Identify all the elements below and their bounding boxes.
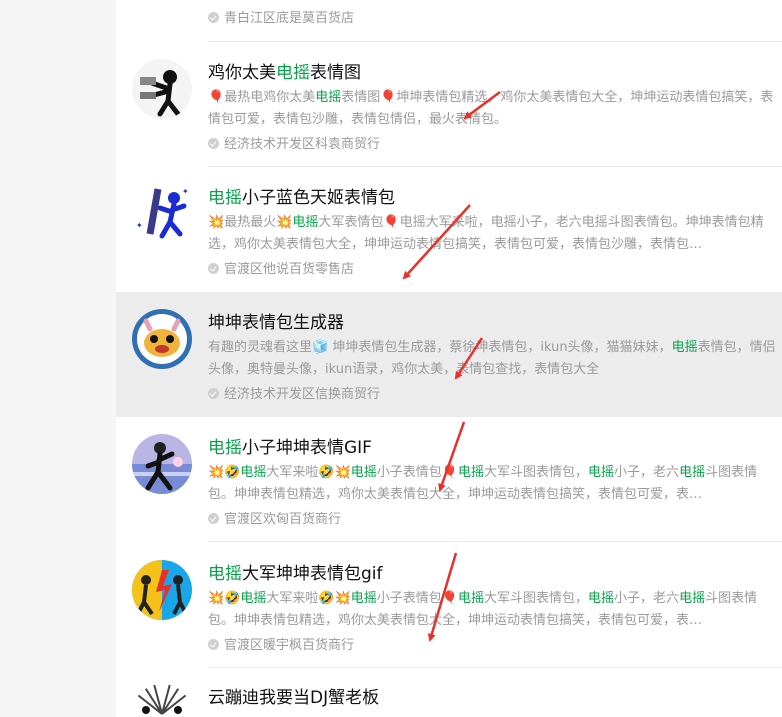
disco-dj-icon — [132, 684, 192, 717]
result-item[interactable]: 鸡你太美电摇表情图 🎈最热电鸡你太美电摇表情图🎈坤坤表情包精选，鸡你太美表情包大… — [116, 42, 782, 167]
description-text: 大军表情包 — [318, 215, 384, 230]
result-title: 坤坤表情包生成器 — [208, 313, 344, 333]
keyword-highlight: 电摇 — [588, 465, 615, 480]
verified-icon — [208, 12, 219, 23]
result-item[interactable]: 青白江区底是莫百货店 — [116, 0, 782, 42]
verified-icon — [208, 138, 219, 149]
description-text: 💥 — [208, 215, 225, 230]
keyword-highlight: 电摇 — [458, 591, 485, 606]
result-description: 💥最热最火💥电摇大军表情包🎈电摇大军来啦，电摇小子，老六电摇斗图表情包。坤坤表情… — [208, 212, 778, 256]
blue-dancer-icon: ✦ ✦ — [132, 184, 192, 244]
description-text: 小子表情包 — [376, 465, 442, 480]
keyword-highlight: 电摇 — [679, 591, 706, 606]
description-text: 大军斗图表情包， — [484, 591, 589, 606]
svg-text:✦: ✦ — [136, 221, 143, 230]
description-text: 🧊 — [312, 340, 329, 355]
description-text: 🎈 — [383, 215, 400, 230]
kunkun-pig-avatar-icon — [132, 309, 192, 369]
keyword-highlight: 电摇 — [350, 465, 377, 480]
description-text: 大军来啦 — [266, 591, 319, 606]
mini-program-avatar — [132, 560, 192, 620]
keyword-highlight: 电摇 — [588, 591, 615, 606]
description-text: 🎈 — [380, 90, 397, 105]
description-text: 🎈 — [441, 465, 458, 480]
description-text: 💥🤣 — [208, 465, 241, 480]
description-text: 最热电鸡你太美 — [224, 90, 316, 105]
keyword-highlight: 电摇 — [458, 465, 485, 480]
result-title: 电摇小子蓝色天姬表情包 — [208, 188, 395, 208]
store-name: 经济技术开发区信换商贸行 — [208, 383, 380, 402]
keyword-highlight: 电摇 — [292, 215, 319, 230]
store-name: 官渡区他说百货零售店 — [208, 258, 354, 277]
description-text: 🎈 — [208, 90, 225, 105]
store-name: 青白江区底是莫百货店 — [208, 7, 354, 26]
keyword-highlight: 电摇 — [350, 591, 377, 606]
store-name: 官渡区欢匈百货商行 — [208, 508, 341, 527]
keyword-highlight: 电摇 — [240, 465, 267, 480]
keyword-highlight: 电摇 — [240, 591, 267, 606]
verified-icon — [208, 388, 219, 399]
svg-text:✦: ✦ — [182, 187, 189, 196]
description-text: 有趣的灵魂看这里 — [208, 340, 313, 355]
result-title: 鸡你太美电摇表情图 — [208, 63, 361, 83]
description-text: 小子，老六 — [614, 591, 680, 606]
keyword-highlight: 电摇 — [315, 90, 342, 105]
description-text: 🎈 — [441, 591, 458, 606]
result-item[interactable]: 云蹦迪我要当DJ蟹老板 — [116, 668, 782, 717]
result-item[interactable]: 电摇大军坤坤表情包gif 💥🤣电摇大军来啦🤣💥电摇小子表情包🎈电摇大军斗图表情包… — [116, 542, 782, 668]
result-item[interactable]: 坤坤表情包生成器 有趣的灵魂看这里🧊 坤坤表情包生成器，蔡徐坤表情包，ikun头… — [116, 292, 782, 417]
description-text: 坤坤表情包生成器，蔡徐坤表情包，ikun头像，猫猫妹妹， — [328, 340, 672, 355]
stickman-fighter-icon — [132, 59, 192, 119]
result-description: 🎈最热电鸡你太美电摇表情图🎈坤坤表情包精选，鸡你太美表情包大全，坤坤运动表情包搞… — [208, 87, 778, 131]
mini-program-avatar — [132, 434, 192, 494]
result-item[interactable]: ✦ ✦ 电摇小子蓝色天姬表情包 💥最热最火💥电摇大军表情包🎈电摇大军来啦，电摇小… — [116, 167, 782, 292]
dancing-kunkun-gif-icon — [132, 434, 192, 494]
mini-program-avatar — [132, 59, 192, 119]
description-text: 最热最火 — [224, 215, 277, 230]
keyword-highlight: 电摇 — [671, 340, 698, 355]
description-text: 表情图 — [341, 90, 381, 105]
result-item[interactable]: 电摇小子坤坤表情GIF 💥🤣电摇大军来啦🤣💥电摇小子表情包🎈电摇大军斗图表情包，… — [116, 417, 782, 542]
result-title: 电摇小子坤坤表情GIF — [208, 438, 372, 458]
left-gutter — [0, 0, 116, 717]
result-description: 有趣的灵魂看这里🧊 坤坤表情包生成器，蔡徐坤表情包，ikun头像，猫猫妹妹，电摇… — [208, 337, 778, 381]
verified-icon — [208, 513, 219, 524]
result-title: 云蹦迪我要当DJ蟹老板 — [208, 688, 380, 708]
description-text: 小子，老六 — [614, 465, 680, 480]
search-results-list: 青白江区底是莫百货店 鸡你太美电摇表情图 🎈最热电鸡你太美电摇表情图🎈坤坤表情包… — [116, 0, 782, 717]
description-text: 🤣💥 — [318, 591, 351, 606]
description-text: 大军来啦 — [266, 465, 319, 480]
description-text: 大军斗图表情包， — [484, 465, 589, 480]
mini-program-avatar — [132, 309, 192, 369]
keyword-highlight: 电摇 — [679, 465, 706, 480]
store-name: 经济技术开发区科袁商贸行 — [208, 133, 380, 152]
description-text: 💥🤣 — [208, 591, 241, 606]
colorful-army-gif-icon — [132, 560, 192, 620]
description-text: 🤣💥 — [318, 465, 351, 480]
verified-icon — [208, 639, 219, 650]
mini-program-avatar — [132, 684, 192, 717]
description-text: 💥 — [276, 215, 293, 230]
mini-program-avatar: ✦ ✦ — [132, 184, 192, 244]
result-description: 💥🤣电摇大军来啦🤣💥电摇小子表情包🎈电摇大军斗图表情包，电摇小子，老六电摇斗图表… — [208, 462, 778, 506]
result-title: 电摇大军坤坤表情包gif — [208, 564, 383, 584]
description-text: 小子表情包 — [376, 591, 442, 606]
store-name: 官渡区暖宇枫百货商行 — [208, 634, 354, 653]
result-description: 💥🤣电摇大军来啦🤣💥电摇小子表情包🎈电摇大军斗图表情包，电摇小子，老六电摇斗图表… — [208, 588, 778, 632]
verified-icon — [208, 263, 219, 274]
